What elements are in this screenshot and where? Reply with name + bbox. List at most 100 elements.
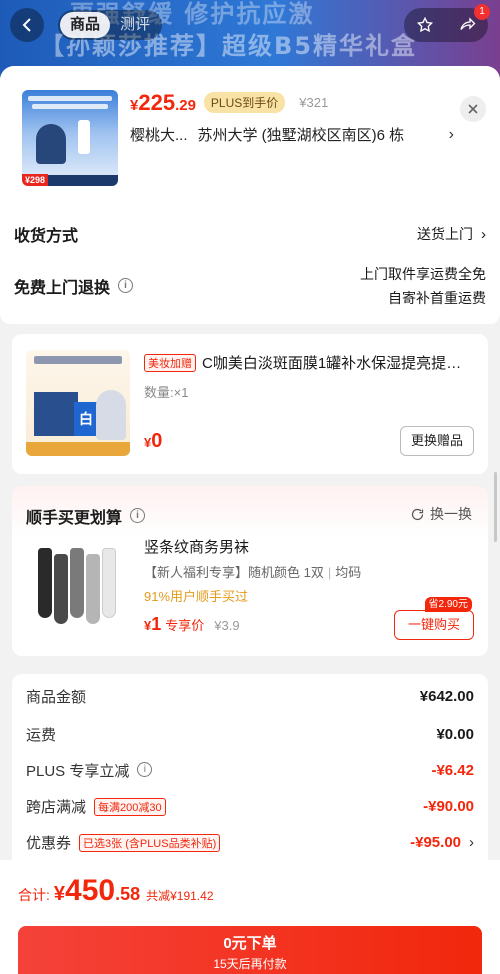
product-thumbnail[interactable]: ¥298 <box>22 90 118 186</box>
product-header: ¥298 ¥ 225 .29 PLUS到手价 ¥321 樱桃大... 苏州大学 … <box>0 66 500 198</box>
save-badge: 省2.90元 <box>424 597 472 612</box>
delivery-method-label: 收货方式 <box>14 228 79 245</box>
close-button[interactable] <box>460 96 486 122</box>
summary-row-subtotal: 商品金额 ¥642.00 <box>26 686 474 707</box>
addon-price-symbol: ¥ <box>144 618 152 633</box>
scrollbar[interactable] <box>494 472 497 542</box>
summary-value: ¥0.00 <box>436 726 474 743</box>
pay-button-line1: 0元下单 <box>223 935 277 952</box>
summary-label: 优惠券 <box>26 835 72 852</box>
top-tabs: 商品 测评 <box>58 10 163 40</box>
info-icon[interactable]: i <box>137 762 153 777</box>
gift-thumb-band <box>26 442 130 456</box>
gift-card: 白 美妆加赠 C咖美白淡斑面膜1罐补水保湿提亮提拉紧致 数量:×1 ¥0 更换赠… <box>12 334 488 474</box>
tab-review[interactable]: 测评 <box>110 12 160 38</box>
info-icon[interactable]: i <box>130 507 146 523</box>
sock-shape <box>86 554 100 624</box>
info-icon[interactable]: i <box>118 277 134 293</box>
share-icon[interactable] <box>458 16 476 34</box>
total-label: 合计: <box>18 887 50 903</box>
one-click-buy-button[interactable]: 一键购买 <box>394 610 474 640</box>
summary-label: 商品金额 <box>26 689 87 706</box>
addon-price-value: 1 <box>151 614 162 634</box>
gift-quantity: 数量:×1 <box>144 385 189 400</box>
cart-badge: 1 <box>474 4 490 20</box>
chevron-right-icon: › <box>469 834 474 851</box>
addon-tag: 【新人福利专享】 <box>144 565 249 580</box>
separator: | <box>327 565 332 580</box>
summary-value: -¥6.42 <box>431 762 474 779</box>
summary-label: PLUS 专享立减 <box>26 763 130 780</box>
addon-price-label: 专享价 <box>165 618 205 633</box>
price-symbol: ¥ <box>130 97 139 114</box>
total-symbol: ¥ <box>53 883 66 905</box>
gift-tag: 美妆加赠 <box>144 353 196 372</box>
gift-price: ¥0 <box>144 430 162 453</box>
sock-shape <box>102 548 116 618</box>
thumb-bar <box>46 175 118 186</box>
address-text: 苏州大学 (独墅湖校区南区)6 栋 <box>197 127 405 144</box>
chevron-right-icon: › <box>481 225 486 243</box>
gift-thumb-person <box>96 390 126 440</box>
refresh-icon <box>411 508 424 520</box>
total-decimal: .58 <box>115 884 141 904</box>
gift-title: 美妆加赠 C咖美白淡斑面膜1罐补水保湿提亮提拉紧致 <box>144 352 474 373</box>
total-row: 合计: ¥ 450 .58 共减¥191.42 <box>18 874 214 908</box>
summary-label: 运费 <box>26 727 57 744</box>
total-discount: 共减¥191.42 <box>146 889 214 903</box>
pay-later-button[interactable]: 0元下单 15天后再付款 <box>18 926 482 974</box>
thumb-price: ¥298 <box>22 174 49 186</box>
delivery-method-value: 送货上门 <box>417 226 473 242</box>
original-price: ¥321 <box>299 95 329 110</box>
chevron-left-icon <box>22 18 31 32</box>
bottom-bar: 合计: ¥ 450 .58 共减¥191.42 0元下单 15天后再付款 <box>0 860 500 974</box>
summary-value: -¥90.00 <box>423 798 474 815</box>
star-icon[interactable] <box>416 16 434 34</box>
addon-price: ¥ 1 专享价 ¥3.9 <box>144 614 240 635</box>
addon-title: 顺手买更划算 <box>26 510 123 527</box>
gift-thumbnail[interactable]: 白 <box>26 350 130 456</box>
summary-row-coupon[interactable]: 优惠券 已选3张 (含PLUS品类补贴) -¥95.00 › <box>26 832 474 853</box>
summary-label: 跨店满减 <box>26 799 87 816</box>
thumb-bottle <box>78 120 90 154</box>
return-term-2: 自寄补首重运费 <box>388 290 486 306</box>
coupon-tag: 已选3张 (含PLUS品类补贴) <box>79 833 221 852</box>
swap-label: 换一换 <box>430 506 472 522</box>
delivery-method-row[interactable]: 收货方式 送货上门 › <box>14 222 486 246</box>
summary-value: -¥95.00 <box>410 834 461 851</box>
price-decimal: .29 <box>175 97 196 114</box>
thumb-text <box>28 96 112 101</box>
addon-spec-1: 随机颜色 1双 <box>248 565 324 580</box>
gift-thumb-text <box>34 356 122 364</box>
return-policy-row: 免费上门退换 i 上门取件享运费全免 自寄补首重运费 <box>14 262 486 310</box>
addon-spec-2: 均码 <box>335 565 362 580</box>
addon-name: 竖条纹商务男袜 <box>144 539 250 556</box>
gift-price-value: 0 <box>151 430 163 452</box>
plus-price-tag: PLUS到手价 <box>203 92 286 113</box>
gift-name: C咖美白淡斑面膜1罐补水保湿提亮提拉紧致 <box>202 355 474 372</box>
swap-button[interactable]: 换一换 <box>410 504 472 524</box>
sock-shape <box>38 548 52 618</box>
return-terms: 上门取件享运费全免 自寄补首重运费 <box>360 262 486 310</box>
recipient-name: 樱桃大... <box>130 127 188 144</box>
price-summary: 商品金额 ¥642.00 运费 ¥0.00 PLUS 专享立减 i -¥6.42… <box>12 674 488 872</box>
return-term-1: 上门取件享运费全免 <box>360 266 486 282</box>
back-button[interactable] <box>10 8 44 42</box>
thumb-person <box>36 124 66 164</box>
sock-shape <box>70 548 84 618</box>
addon-title-wrap: 顺手买更划算 i <box>26 504 146 528</box>
close-icon <box>468 104 478 114</box>
thumb-text <box>32 104 108 109</box>
summary-row-plus-discount: PLUS 专享立减 i -¥6.42 <box>26 760 474 781</box>
summary-row-store-discount: 跨店满减 每满200减30 -¥90.00 <box>26 796 474 817</box>
checkout-sheet: ¥298 ¥ 225 .29 PLUS到手价 ¥321 樱桃大... 苏州大学 … <box>0 66 500 974</box>
change-gift-button[interactable]: 更换赠品 <box>399 426 474 456</box>
delivery-card: 收货方式 送货上门 › 免费上门退换 i 上门取件享运费全免 自寄补首重运费 <box>0 198 500 324</box>
chevron-right-icon: › <box>448 125 454 143</box>
addon-old-price: ¥3.9 <box>214 618 240 633</box>
addon-thumbnail[interactable] <box>26 536 130 636</box>
tab-product[interactable]: 商品 <box>60 12 111 38</box>
pay-button-line2: 15天后再付款 <box>213 957 287 971</box>
summary-row-shipping: 运费 ¥0.00 <box>26 724 474 745</box>
address-selector[interactable]: 樱桃大... 苏州大学 (独墅湖校区南区)6 栋 › <box>130 124 454 145</box>
